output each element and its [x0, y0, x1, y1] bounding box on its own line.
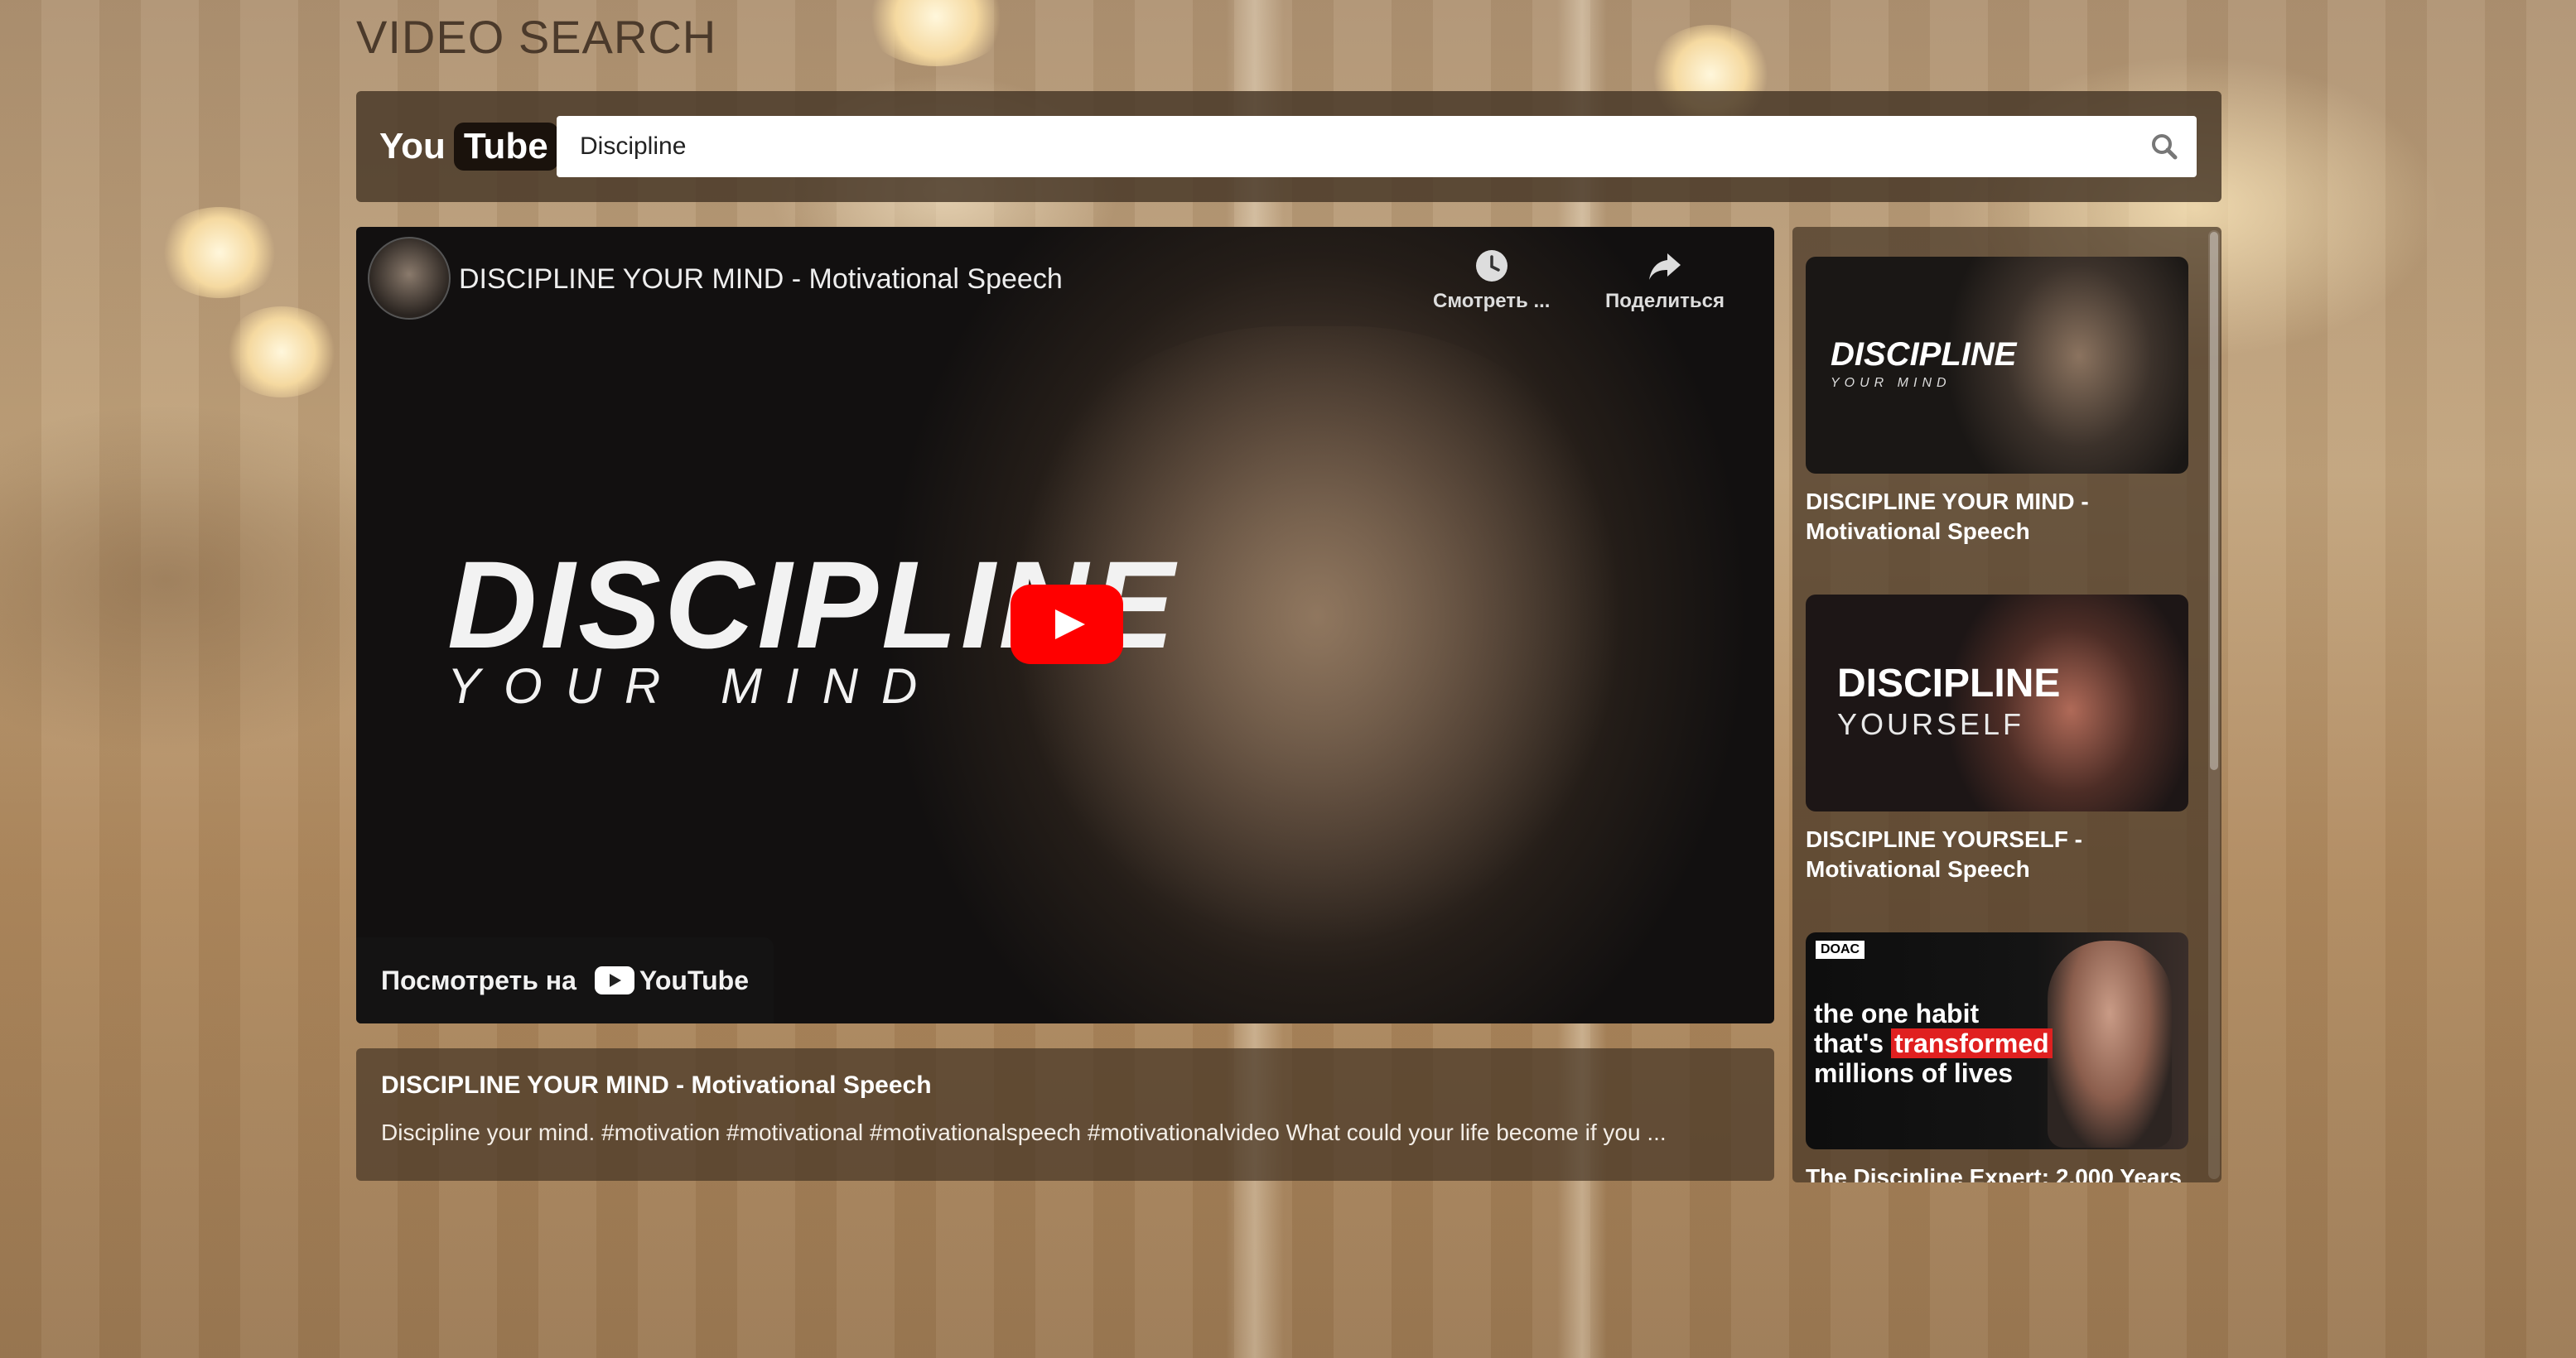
watch-on-label: Посмотреть на — [381, 965, 576, 995]
logo-you-text: You — [379, 126, 446, 166]
thumbnail-subheadline: YOURSELF — [1837, 707, 2025, 741]
search-icon — [2152, 134, 2178, 160]
thumbnail-line: the one habit — [1814, 999, 1980, 1028]
results-sidebar: DISCIPLINE YOUR MIND DISCIPLINE YOUR MIN… — [1792, 227, 2221, 1182]
share-button[interactable]: Поделиться — [1605, 247, 1725, 313]
logo-tube-text: Tube — [453, 123, 558, 171]
thumbnail-highlight: transformed — [1890, 1028, 2053, 1058]
result-thumbnail[interactable]: DOAC the one habit that's transformed mi… — [1806, 932, 2188, 1149]
thumbnail-line: that's transformed — [1814, 1028, 2053, 1059]
selected-video-title: DISCIPLINE YOUR MIND - Motivational Spee… — [381, 1071, 932, 1099]
search-button[interactable] — [2144, 126, 2185, 167]
thumbnail-headline: DISCIPLINE — [1831, 336, 2017, 373]
background-lamp — [224, 306, 340, 397]
youtube-play-icon — [594, 966, 634, 994]
youtube-brand: YouTube — [594, 965, 749, 996]
search-field — [557, 116, 2197, 177]
result-item[interactable]: DOAC the one habit that's transformed mi… — [1806, 932, 2188, 1182]
youtube-logo: You Tube — [379, 116, 558, 177]
result-item[interactable]: DISCIPLINE YOUR MIND DISCIPLINE YOUR MIN… — [1806, 257, 2188, 547]
search-input[interactable] — [557, 116, 2137, 177]
scrollbar-thumb[interactable] — [2210, 232, 2218, 770]
result-item[interactable]: DISCIPLINE YOURSELF DISCIPLINE YOURSELF … — [1806, 595, 2188, 884]
result-thumbnail[interactable]: DISCIPLINE YOUR MIND — [1806, 257, 2188, 474]
play-button[interactable] — [1011, 585, 1123, 664]
thumbnail-subheadline: YOUR MIND — [1831, 376, 1951, 390]
background-lamp — [861, 0, 1011, 66]
result-thumbnail[interactable]: DISCIPLINE YOURSELF — [1806, 595, 2188, 811]
background-lamp — [157, 207, 282, 298]
video-info-panel: DISCIPLINE YOUR MIND - Motivational Spee… — [356, 1048, 1774, 1181]
share-label: Поделиться — [1605, 290, 1725, 312]
page-title: VIDEO SEARCH — [356, 11, 717, 63]
sidebar-scrollbar[interactable] — [2208, 230, 2220, 1179]
selected-video-description: Discipline your mind. #motivation #motiv… — [381, 1120, 1667, 1145]
thumbnail-line: millions of lives — [1814, 1058, 2014, 1088]
share-icon — [1649, 253, 1681, 280]
thumbnail-face — [2048, 941, 2172, 1148]
thumbnail-headline: DISCIPLINE — [1837, 662, 2061, 705]
thumbnail-subheadline: YOUR MIND — [447, 658, 941, 714]
clock-icon — [1475, 250, 1507, 282]
watch-later-button[interactable]: Смотреть ... — [1433, 247, 1550, 313]
search-bar: You Tube — [356, 91, 2221, 202]
youtube-brand-text: YouTube — [639, 965, 749, 995]
result-title[interactable]: DISCIPLINE YOUR MIND - Motivational Spee… — [1806, 487, 2188, 547]
player-video-title[interactable]: DISCIPLINE YOUR MIND - Motivational Spee… — [459, 263, 1063, 296]
result-title[interactable]: The Discipline Expert: 2,000 Years — [1806, 1163, 2188, 1182]
thumbnail-line-prefix: that's — [1814, 1028, 1891, 1058]
watch-later-label: Смотреть ... — [1433, 290, 1551, 312]
watch-on-youtube-link[interactable]: Посмотреть на YouTube — [356, 937, 774, 1023]
video-player[interactable]: DISCIPLINE YOUR MIND - Motivational Spee… — [356, 227, 1774, 1023]
thumbnail-badge: DOAC — [1816, 941, 1865, 959]
result-title[interactable]: DISCIPLINE YOURSELF - Motivational Speec… — [1806, 825, 2188, 884]
results-list: DISCIPLINE YOUR MIND DISCIPLINE YOUR MIN… — [1806, 257, 2188, 1182]
channel-avatar[interactable] — [368, 237, 451, 320]
